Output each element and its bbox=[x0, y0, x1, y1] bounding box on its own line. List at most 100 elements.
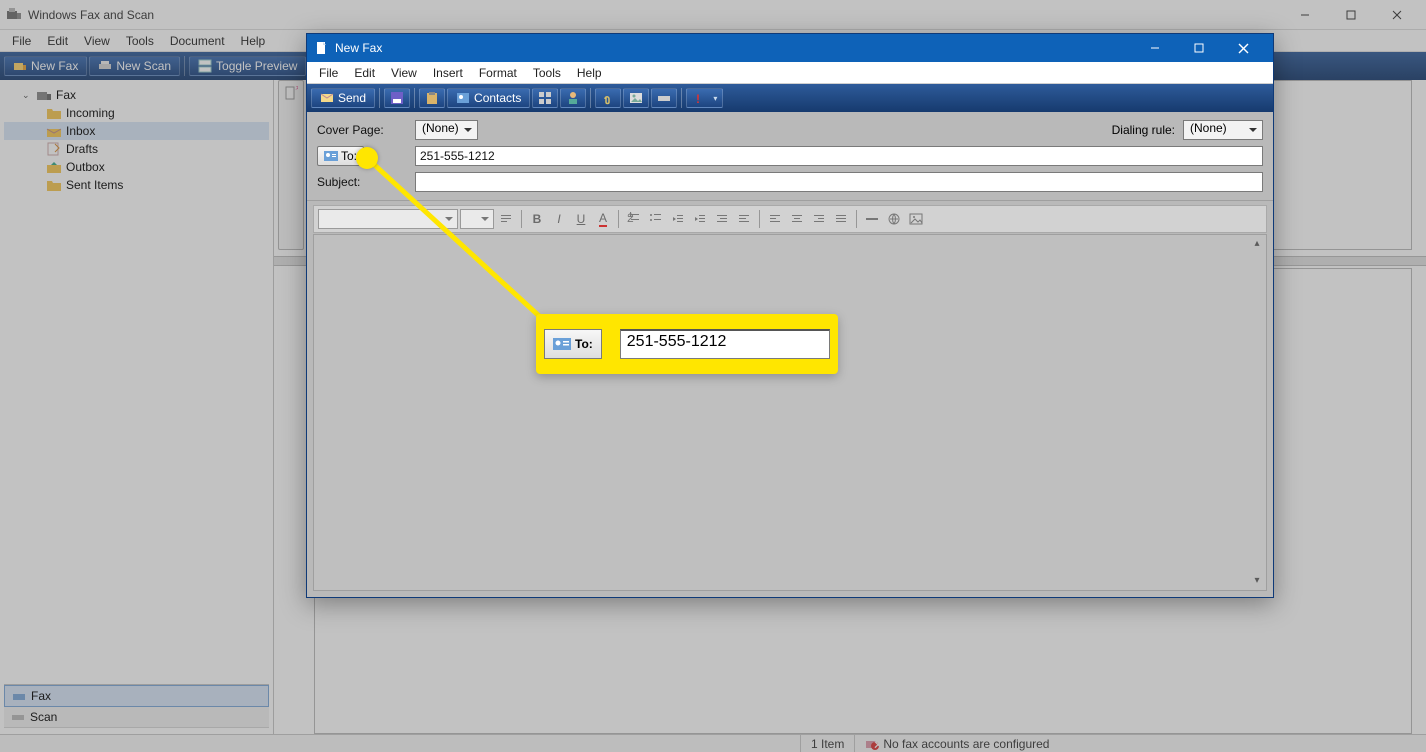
status-message: ✕ No fax accounts are configured bbox=[854, 735, 1059, 752]
tree-root-label: Fax bbox=[56, 88, 76, 102]
drafts-icon bbox=[46, 142, 62, 156]
minimize-button[interactable] bbox=[1282, 1, 1328, 29]
maximize-button[interactable] bbox=[1328, 1, 1374, 29]
cover-page-select[interactable]: (None) bbox=[415, 120, 478, 140]
nf-menu-file[interactable]: File bbox=[311, 64, 346, 82]
nf-minimize-button[interactable] bbox=[1133, 35, 1177, 61]
status-count: 1 Item bbox=[800, 735, 854, 752]
statusbar: 1 Item ✕ No fax accounts are configured bbox=[0, 734, 1426, 752]
nf-menu-insert[interactable]: Insert bbox=[425, 64, 471, 82]
app-icon bbox=[6, 7, 22, 23]
insert-link-button[interactable] bbox=[884, 209, 904, 229]
send-button[interactable]: Send bbox=[311, 88, 375, 108]
numbered-list-button[interactable]: 12 bbox=[624, 209, 644, 229]
menu-edit[interactable]: Edit bbox=[39, 32, 76, 50]
new-scan-button[interactable]: New Scan bbox=[89, 56, 180, 76]
tree-item-sent[interactable]: Sent Items bbox=[4, 176, 269, 194]
dialing-rule-select[interactable]: (None) bbox=[1183, 120, 1263, 140]
italic-button[interactable]: I bbox=[549, 209, 569, 229]
new-fax-button[interactable]: New Fax bbox=[4, 56, 87, 76]
contacts-button[interactable]: Contacts bbox=[447, 88, 530, 108]
annotation-callout: To: 251-555-1212 bbox=[536, 314, 838, 374]
tree-label: Sent Items bbox=[66, 178, 123, 192]
preview-icon bbox=[198, 59, 212, 73]
toggle-preview-button[interactable]: Toggle Preview bbox=[189, 56, 306, 76]
to-label: To: bbox=[341, 149, 357, 163]
scanner-icon bbox=[98, 59, 112, 73]
callout-to-button: To: bbox=[544, 329, 602, 359]
new-page-icon[interactable]: ✶ bbox=[284, 86, 298, 100]
newfax-toolbar: Send Contacts !▾ bbox=[307, 84, 1273, 112]
format-div bbox=[759, 210, 760, 228]
align-right-button[interactable] bbox=[809, 209, 829, 229]
send-icon bbox=[320, 91, 334, 105]
newfax-title: New Fax bbox=[335, 41, 382, 55]
menu-document[interactable]: Document bbox=[162, 32, 233, 50]
tree-item-incoming[interactable]: Incoming bbox=[4, 104, 269, 122]
align-center-button[interactable] bbox=[787, 209, 807, 229]
font-size-select[interactable] bbox=[460, 209, 494, 229]
menu-help[interactable]: Help bbox=[233, 32, 274, 50]
nf-menu-edit[interactable]: Edit bbox=[346, 64, 383, 82]
scroll-down-icon[interactable]: ▾ bbox=[1250, 574, 1264, 588]
nf-close-button[interactable] bbox=[1221, 35, 1265, 61]
bold-button[interactable]: B bbox=[527, 209, 547, 229]
tree-root-fax[interactable]: ⌄ Fax bbox=[4, 86, 269, 104]
bottom-tab-scan[interactable]: Scan bbox=[4, 707, 269, 728]
nf-menu-tools[interactable]: Tools bbox=[525, 64, 569, 82]
image-button[interactable] bbox=[623, 88, 649, 108]
person-icon bbox=[566, 91, 580, 105]
nf-menu-view[interactable]: View bbox=[383, 64, 425, 82]
nf-menu-format[interactable]: Format bbox=[471, 64, 525, 82]
tree-label: Outbox bbox=[66, 160, 105, 174]
grid-icon bbox=[538, 91, 552, 105]
bullet-list-button[interactable] bbox=[646, 209, 666, 229]
tree-item-inbox[interactable]: Inbox bbox=[4, 122, 269, 140]
newfax-menubar: File Edit View Insert Format Tools Help bbox=[307, 62, 1273, 84]
increase-indent-button[interactable] bbox=[734, 209, 754, 229]
chevron-down-icon: ▾ bbox=[713, 94, 717, 103]
paste-button[interactable] bbox=[419, 88, 445, 108]
decrease-indent-button[interactable] bbox=[712, 209, 732, 229]
message-body[interactable]: ▴ ▾ bbox=[313, 234, 1267, 591]
bottom-tab-fax[interactable]: Fax bbox=[4, 685, 269, 707]
toggle-preview-label: Toggle Preview bbox=[216, 59, 297, 73]
font-family-select[interactable] bbox=[318, 209, 458, 229]
tree-item-drafts[interactable]: Drafts bbox=[4, 140, 269, 158]
subject-label: Subject: bbox=[317, 175, 407, 189]
attach-button[interactable] bbox=[595, 88, 621, 108]
scan-insert-button[interactable] bbox=[651, 88, 677, 108]
priority-button[interactable]: !▾ bbox=[686, 88, 723, 108]
align-left-button[interactable] bbox=[765, 209, 785, 229]
align-justify-button[interactable] bbox=[831, 209, 851, 229]
grid-button[interactable] bbox=[532, 88, 558, 108]
to-field[interactable] bbox=[415, 146, 1263, 166]
close-button[interactable] bbox=[1374, 1, 1420, 29]
fax-tree: ⌄ Fax Incoming Inbox Drafts bbox=[4, 86, 269, 684]
btab-label: Fax bbox=[31, 689, 51, 703]
font-color-button[interactable]: A bbox=[593, 209, 613, 229]
outbox-icon bbox=[46, 160, 62, 174]
underline-button[interactable]: U bbox=[571, 209, 591, 229]
tree-label: Incoming bbox=[66, 106, 115, 120]
menu-tools[interactable]: Tools bbox=[118, 32, 162, 50]
indent-button[interactable] bbox=[690, 209, 710, 229]
collapse-arrow-icon[interactable]: ⌄ bbox=[22, 90, 32, 101]
insert-picture-button[interactable] bbox=[906, 209, 926, 229]
person-button[interactable] bbox=[560, 88, 586, 108]
outdent-button[interactable] bbox=[668, 209, 688, 229]
toolbar-divider bbox=[184, 56, 185, 76]
nf-div bbox=[379, 88, 380, 108]
paragraph-button[interactable] bbox=[496, 209, 516, 229]
tree-item-outbox[interactable]: Outbox bbox=[4, 158, 269, 176]
nf-menu-help[interactable]: Help bbox=[569, 64, 610, 82]
scroll-up-icon[interactable]: ▴ bbox=[1250, 237, 1264, 251]
new-fax-label: New Fax bbox=[31, 59, 78, 73]
save-button[interactable] bbox=[384, 88, 410, 108]
subject-field[interactable] bbox=[415, 172, 1263, 192]
nf-maximize-button[interactable] bbox=[1177, 35, 1221, 61]
hr-button[interactable] bbox=[862, 209, 882, 229]
newfax-header: Cover Page: (None) Dialing rule: (None) … bbox=[307, 112, 1273, 201]
menu-file[interactable]: File bbox=[4, 32, 39, 50]
menu-view[interactable]: View bbox=[76, 32, 118, 50]
